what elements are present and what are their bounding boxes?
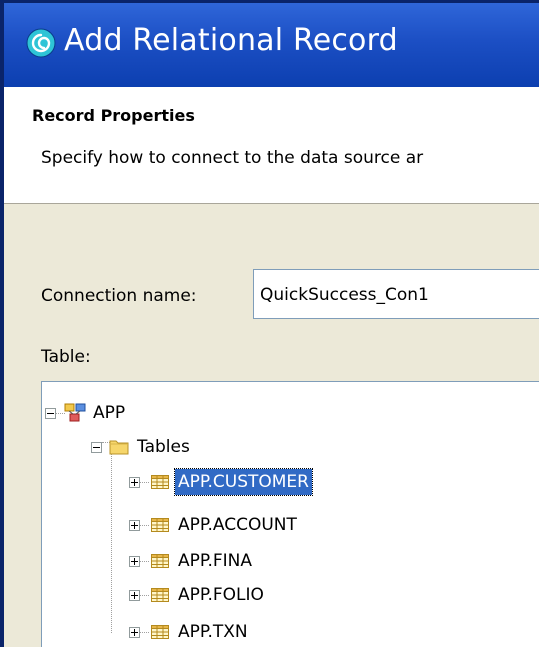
folder-icon (109, 440, 129, 455)
connection-name-label: Connection name: (41, 286, 197, 306)
tree-node-table[interactable]: APP.FINA (42, 548, 442, 576)
tree-node-label: APP.FINA (178, 551, 253, 571)
page-title: Record Properties (32, 106, 195, 125)
window-title: Add Relational Record (64, 23, 398, 58)
table-icon (151, 625, 169, 639)
table-tree[interactable]: APP Tables APP.CUSTOMER APP.ACCOUNT APP.… (41, 381, 539, 647)
table-icon (151, 518, 169, 532)
collapse-toggle[interactable] (91, 442, 102, 453)
expand-toggle[interactable] (129, 520, 140, 531)
expand-toggle[interactable] (129, 477, 140, 488)
title-bar[interactable]: Add Relational Record (4, 3, 539, 87)
expand-toggle[interactable] (129, 590, 140, 601)
tree-node-table[interactable]: APP.CUSTOMER (42, 468, 442, 497)
table-icon (151, 475, 169, 489)
tree-node-label: APP.ACCOUNT (178, 515, 297, 535)
expand-toggle[interactable] (129, 556, 140, 567)
table-label: Table: (41, 347, 91, 367)
collapse-toggle[interactable] (45, 408, 56, 419)
expand-toggle[interactable] (129, 627, 140, 638)
tree-node-label: APP.FOLIO (178, 585, 264, 605)
tree-node-label: Tables (137, 437, 190, 457)
tree-node-table[interactable]: APP.FOLIO (42, 582, 442, 610)
tree-node-label: APP.TXN (178, 622, 248, 642)
tree-node-label: APP (93, 403, 126, 423)
table-icon (151, 588, 169, 602)
tree-node-table[interactable]: APP.TXN (42, 619, 442, 647)
page-description: Specify how to connect to the data sourc… (41, 148, 424, 168)
tree-node-tables[interactable]: Tables (42, 434, 342, 462)
connection-name-field[interactable]: QuickSuccess_Con1 (253, 269, 539, 319)
tree-node-label: APP.CUSTOMER (174, 468, 313, 496)
dialog-window: Add Relational Record Record Properties … (0, 0, 539, 647)
tree-node-table[interactable]: APP.ACCOUNT (42, 512, 442, 540)
tree-node-app[interactable]: APP (42, 400, 342, 428)
database-schema-icon (64, 403, 86, 422)
wizard-header (4, 87, 539, 204)
table-icon (151, 554, 169, 568)
app-swirl-icon (26, 28, 56, 58)
